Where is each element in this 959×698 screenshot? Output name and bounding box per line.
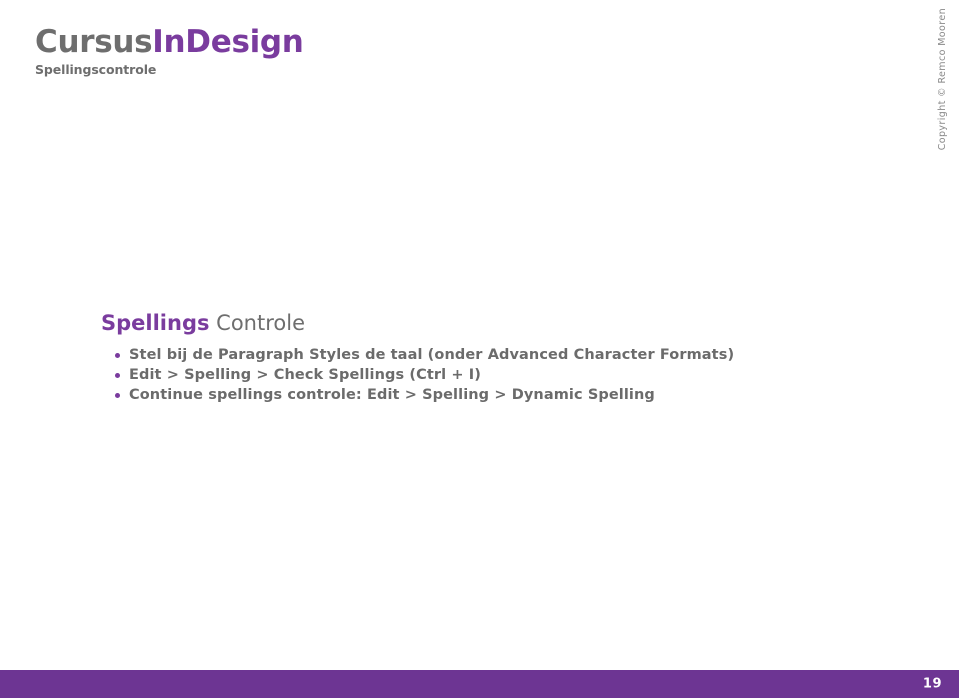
logo: CursusInDesign Spellingscontrole bbox=[35, 24, 304, 77]
list-item-label: Stel bij de Paragraph Styles de taal (on… bbox=[129, 347, 735, 364]
main-content: Spellings Controle Stel bij de Paragraph… bbox=[101, 310, 861, 405]
copyright-sidebar: Copyright © Remco Mooren bbox=[937, 8, 957, 168]
list-item: Stel bij de Paragraph Styles de taal (on… bbox=[101, 345, 861, 365]
bullet-dot-icon bbox=[115, 373, 120, 379]
copyright-label: Copyright © Remco Mooren bbox=[937, 8, 948, 151]
bullet-list: Stel bij de Paragraph Styles de taal (on… bbox=[101, 345, 861, 405]
page-title-rest: Controle bbox=[209, 311, 305, 335]
logo-title-second: InDesign bbox=[152, 24, 304, 60]
bullet-dot-icon bbox=[115, 353, 120, 359]
bullet-dot-icon bbox=[115, 393, 120, 399]
list-item-label: Continue spellings controle: Edit > Spel… bbox=[129, 387, 655, 404]
footer-bar: 19 bbox=[0, 670, 959, 698]
page-title: Spellings Controle bbox=[101, 310, 861, 336]
list-item: Edit > Spelling > Check Spellings (Ctrl … bbox=[101, 365, 861, 385]
logo-title: CursusInDesign bbox=[35, 24, 304, 60]
slide-canvas: CursusInDesign Spellingscontrole Copyrig… bbox=[0, 0, 959, 698]
page-title-highlight: Spellings bbox=[101, 311, 210, 335]
page-number: 19 bbox=[922, 676, 942, 692]
copyright-text-rotated: Copyright © Remco Mooren bbox=[937, 8, 948, 150]
list-item: Continue spellings controle: Edit > Spel… bbox=[101, 385, 861, 405]
list-item-label: Edit > Spelling > Check Spellings (Ctrl … bbox=[129, 367, 481, 384]
logo-subtitle: Spellingscontrole bbox=[35, 61, 157, 77]
logo-title-first: Cursus bbox=[35, 24, 153, 60]
